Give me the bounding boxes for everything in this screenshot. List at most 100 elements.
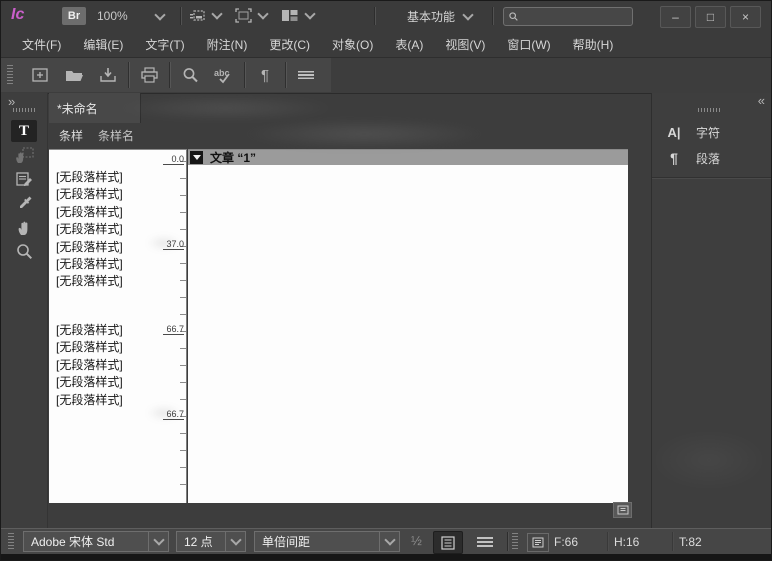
ruler-label: 37.0 xyxy=(163,239,184,250)
menu-changes[interactable]: 更改(C) xyxy=(258,31,321,57)
workspace-switcher[interactable]: 基本功能 xyxy=(407,7,472,25)
font-family-select[interactable]: Adobe 宋体 Std xyxy=(23,531,169,552)
divider xyxy=(169,62,170,88)
font-family-value: Adobe 宋体 Std xyxy=(24,532,148,551)
print-button[interactable] xyxy=(134,61,164,89)
view-options-dropdown[interactable] xyxy=(189,8,221,23)
chevron-down-icon xyxy=(379,532,399,551)
menu-window[interactable]: 窗口(W) xyxy=(496,31,561,57)
ruler-label: 66.7 xyxy=(163,324,184,335)
right-panel-dock: « A| 字符 ¶ 段落 xyxy=(651,93,772,528)
menu-notes[interactable]: 附注(N) xyxy=(196,31,259,57)
paragraph-style-row: [无段落样式] xyxy=(56,204,123,221)
chevron-down-icon xyxy=(225,532,245,551)
type-tool[interactable]: T xyxy=(11,120,37,142)
find-button[interactable] xyxy=(175,61,205,89)
leading-select[interactable]: 单倍间距 xyxy=(254,531,400,552)
story-collapse-control[interactable] xyxy=(190,151,203,164)
open-document-button[interactable] xyxy=(59,61,89,89)
paragraph-style-list: [无段落样式][无段落样式][无段落样式][无段落样式][无段落样式] xyxy=(56,322,123,409)
incopy-logo-icon: Ic xyxy=(11,6,24,24)
statusbar-gripper[interactable] xyxy=(8,533,14,550)
story-header-bar[interactable]: 文章 “1” xyxy=(188,150,628,165)
line-numbers-toggle[interactable]: ½ xyxy=(411,533,422,548)
menu-edit[interactable]: 编辑(E) xyxy=(72,31,134,57)
arrange-documents-icon xyxy=(281,8,299,23)
note-tool[interactable] xyxy=(11,168,37,190)
eyedropper-icon xyxy=(16,195,33,212)
menu-view[interactable]: 视图(V) xyxy=(434,31,496,57)
position-tool[interactable] xyxy=(11,144,37,166)
paragraph-style-row: [无段落样式] xyxy=(56,169,123,186)
incopy-window: Ic Br 100% xyxy=(0,0,772,561)
chevron-down-icon xyxy=(154,9,165,20)
galley-view-toggle[interactable] xyxy=(433,531,463,554)
type-tool-icon: T xyxy=(19,123,29,140)
maximize-button[interactable]: □ xyxy=(695,6,726,28)
tab-galley-styles[interactable]: 条样 xyxy=(59,123,83,147)
divider xyxy=(285,62,286,88)
spell-check-button[interactable]: abc xyxy=(209,61,239,89)
close-button[interactable]: × xyxy=(730,6,761,28)
smudge-artifact xyxy=(239,119,489,149)
panel-item-character[interactable]: A| 字符 xyxy=(652,119,772,145)
panel-gripper[interactable] xyxy=(698,108,720,112)
character-icon: A| xyxy=(664,125,684,140)
paragraph-style-row: [无段落样式] xyxy=(56,186,123,203)
statusbar-menu-button[interactable] xyxy=(477,537,493,547)
depth-ruler: 0.0 37.0 66.7 66.7 xyxy=(162,150,186,503)
font-size-select[interactable]: 12 点 xyxy=(176,531,246,552)
paragraph-style-row: [无段落样式] xyxy=(56,273,123,290)
save-icon xyxy=(99,67,117,83)
menu-type[interactable]: 文字(T) xyxy=(134,31,195,57)
application-toolbar: abc ¶ xyxy=(1,58,772,94)
story-editor-area[interactable]: 文章 “1” xyxy=(188,149,628,503)
frame-view-dropdown[interactable] xyxy=(235,8,267,23)
new-document-button[interactable] xyxy=(25,61,55,89)
document-tab[interactable]: *未命名 xyxy=(49,93,141,123)
menu-file[interactable]: 文件(F) xyxy=(11,31,72,57)
copyfit-depth-stat: H:16 xyxy=(614,535,639,549)
copyfit-info-button[interactable] xyxy=(527,533,549,552)
eyedropper-tool[interactable] xyxy=(11,192,37,214)
panel-gripper[interactable] xyxy=(13,108,35,112)
hand-tool[interactable] xyxy=(11,216,37,238)
collapse-dock-control[interactable]: « xyxy=(758,93,764,108)
arrange-documents-dropdown[interactable] xyxy=(281,8,314,23)
tab-galley-styles-2[interactable]: 条样名 xyxy=(98,123,134,147)
story-jump-corner[interactable] xyxy=(613,502,632,518)
minimize-button[interactable]: – xyxy=(660,6,691,28)
title-bar: Ic Br 100% xyxy=(1,1,772,31)
divider xyxy=(180,7,181,25)
toolbar-menu-button[interactable] xyxy=(291,61,321,89)
ruler-label: 66.7 xyxy=(163,409,184,420)
save-button[interactable] xyxy=(93,61,123,89)
expand-dock-control[interactable]: » xyxy=(8,94,14,109)
paragraph-style-row: [无段落样式] xyxy=(56,221,123,238)
panel-item-paragraph[interactable]: ¶ 段落 xyxy=(652,145,772,171)
view-grid-icon xyxy=(189,8,206,23)
menu-help[interactable]: 帮助(H) xyxy=(562,31,625,57)
menu-table[interactable]: 表(A) xyxy=(384,31,434,57)
position-hand-icon xyxy=(14,146,34,164)
galley-style-column[interactable]: [无段落样式][无段落样式][无段落样式][无段落样式][无段落样式][无段落样… xyxy=(49,149,187,503)
statusbar-gripper[interactable] xyxy=(512,533,518,550)
paragraph-style-row: [无段落样式] xyxy=(56,392,123,409)
zoom-level-dropdown[interactable]: 100% xyxy=(97,7,164,25)
spellcheck-icon: abc xyxy=(213,67,235,84)
hand-icon xyxy=(15,218,33,236)
divider xyxy=(672,532,673,551)
workspace-label: 基本功能 xyxy=(407,8,455,25)
show-hidden-characters-button[interactable]: ¶ xyxy=(250,61,280,89)
search-input[interactable] xyxy=(523,10,627,24)
search-box[interactable] xyxy=(503,7,633,26)
zoom-tool[interactable] xyxy=(11,240,37,262)
paragraph-style-row: [无段落样式] xyxy=(56,374,123,391)
bridge-button[interactable]: Br xyxy=(62,7,86,25)
chevron-down-icon xyxy=(257,8,268,19)
toolbar-group: abc ¶ xyxy=(1,58,331,92)
divider xyxy=(244,62,245,88)
triangle-down-icon xyxy=(193,155,201,160)
toolbar-gripper[interactable] xyxy=(7,65,13,85)
menu-object[interactable]: 对象(O) xyxy=(321,31,384,57)
